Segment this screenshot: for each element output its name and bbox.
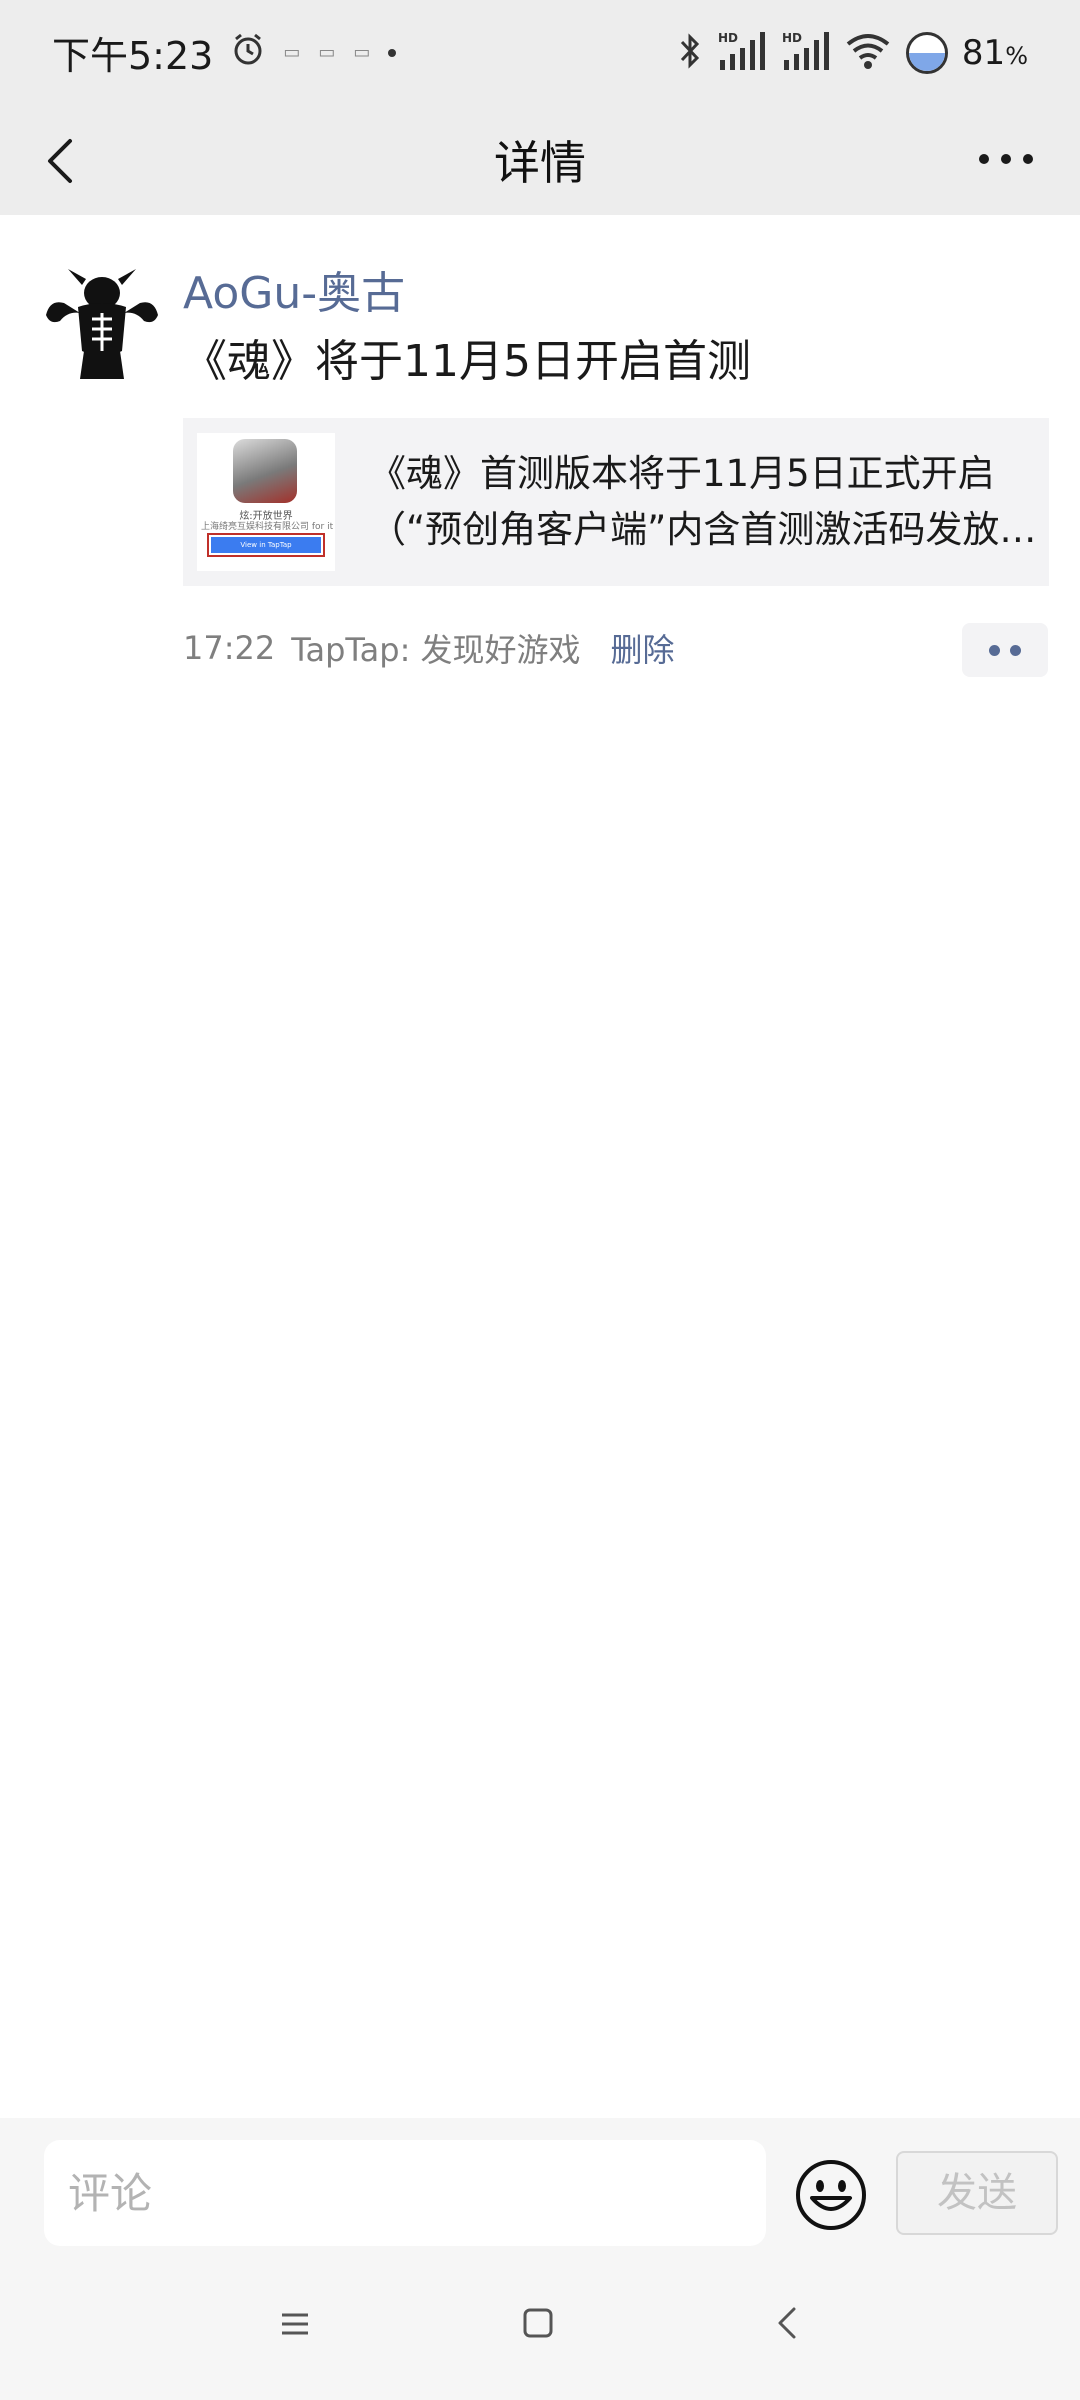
post-source[interactable]: TapTap: 发现好游戏 — [291, 625, 580, 671]
link-card-line: （“预创角客户端”内含首测激活码发放… — [369, 508, 1037, 551]
clock-time: 下午5:23 — [52, 34, 214, 78]
more-horizontal-icon — [979, 154, 1033, 164]
alarm-icon — [231, 31, 265, 75]
like-comment-button[interactable] — [962, 623, 1048, 677]
link-card[interactable]: 炫:开放世界 上海绮亮互娱科技有限公司 for it View in TapTa… — [183, 418, 1049, 586]
page-title: 详情 — [494, 136, 586, 190]
notification-icon: ▭ — [353, 42, 371, 63]
notification-icon: ▭ — [318, 42, 336, 63]
status-left: 下午5:23 ▭ ▭ ▭ — [52, 25, 397, 80]
bluetooth-icon — [678, 31, 702, 75]
chevron-left-icon — [778, 2307, 796, 2339]
home-button[interactable] — [520, 2305, 556, 2341]
recent-apps-button[interactable] — [278, 2307, 312, 2341]
comment-input[interactable] — [44, 2140, 766, 2246]
thumbnail-publisher: 上海绮亮互娱科技有限公司 for it — [201, 522, 334, 532]
emoji-button[interactable] — [794, 2158, 868, 2232]
svg-text:HD: HD — [718, 31, 738, 45]
signal-icon: HD — [716, 30, 766, 76]
square-icon — [523, 2308, 553, 2338]
wifi-icon — [844, 32, 892, 74]
more-options-button[interactable] — [968, 129, 1044, 189]
post-time: 17:22 — [183, 629, 276, 667]
post-text: 《魂》将于11月5日开启首测 — [183, 336, 751, 387]
battery-icon — [905, 31, 948, 74]
link-card-text: 《魂》首测版本将于11月5日正式开启 （“预创角客户端”内含首测激活码发放… — [369, 446, 1039, 558]
top-app-bar: 详情 — [0, 105, 1080, 215]
status-right: HD HD 81% — [678, 30, 1028, 76]
app-icon — [233, 439, 297, 503]
delete-link[interactable]: 删除 — [611, 625, 675, 671]
chevron-left-icon — [48, 139, 72, 183]
more-notifications-dot — [388, 48, 397, 57]
back-button[interactable] — [34, 131, 94, 191]
comment-bar: 发送 — [0, 2118, 1080, 2265]
dot-icon — [989, 644, 1000, 656]
link-card-line: 《魂》首测版本将于11月5日正式开启 — [369, 452, 995, 495]
link-thumbnail: 炫:开放世界 上海绮亮互娱科技有限公司 for it View in TapTa… — [197, 433, 335, 571]
notification-icon: ▭ — [283, 42, 301, 63]
svg-text:HD: HD — [782, 31, 802, 45]
status-bar: 下午5:23 ▭ ▭ ▭ HD HD 81% — [0, 0, 1080, 105]
send-button[interactable]: 发送 — [896, 2151, 1058, 2235]
battery-level: 81% — [961, 32, 1028, 73]
signal-icon: HD — [780, 30, 830, 76]
system-back-button[interactable] — [772, 2305, 804, 2341]
thumbnail-button-frame: View in TapTap — [207, 533, 325, 557]
system-nav-bar — [0, 2265, 1080, 2400]
dot-icon — [1010, 644, 1021, 656]
avatar[interactable] — [40, 263, 164, 387]
author-name[interactable]: AoGu-奥古 — [183, 257, 405, 321]
smiley-icon — [796, 2160, 866, 2230]
post-meta: 17:22 TapTap: 发现好游戏 删除 — [183, 625, 675, 671]
thumbnail-button: View in TapTap — [211, 537, 321, 553]
menu-icon — [282, 2313, 308, 2335]
